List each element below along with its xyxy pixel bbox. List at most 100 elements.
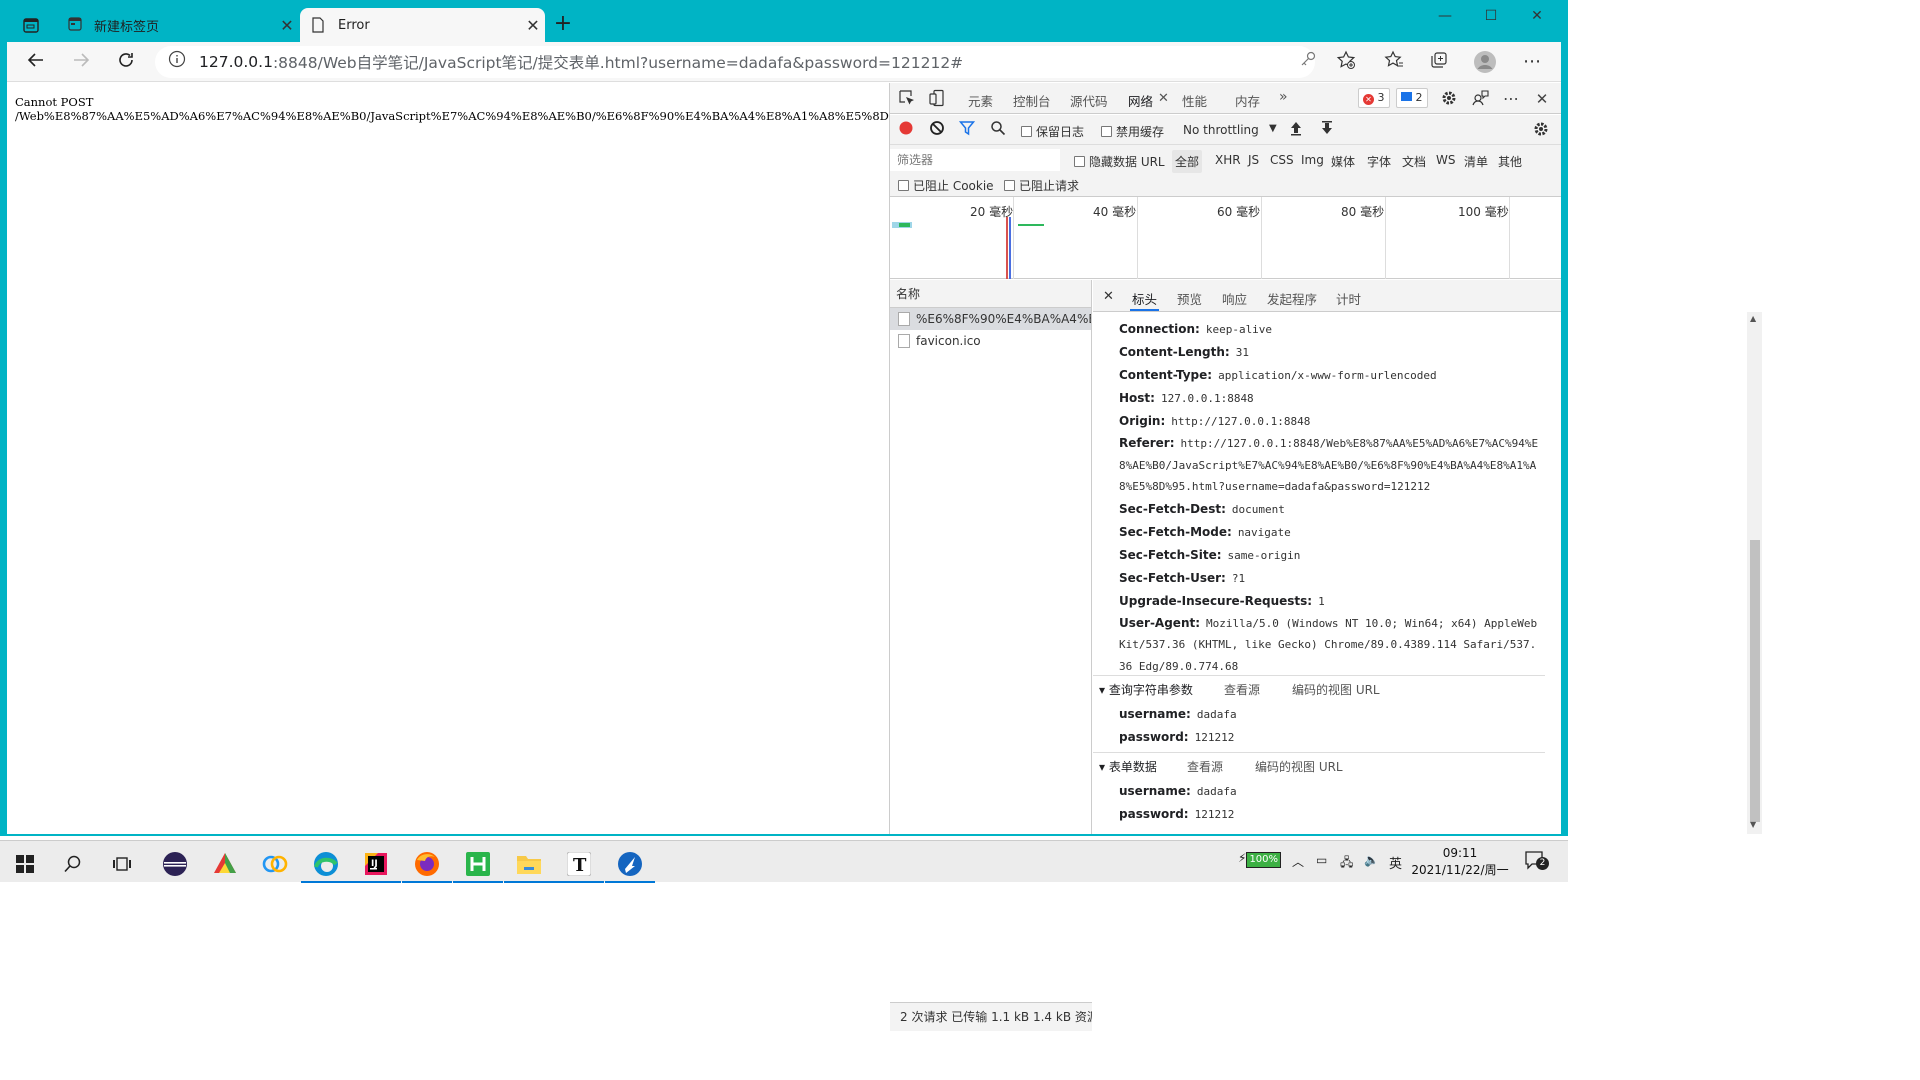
request-row[interactable]: %E6%8F%90%E4%BA%A4%E8... (890, 308, 1091, 330)
filter-icon[interactable] (957, 120, 977, 140)
more-tabs-icon[interactable]: » (1279, 89, 1288, 105)
blocked-requests-checkbox[interactable]: 已阻止请求 (1004, 177, 1079, 194)
devtools-tab-performance[interactable]: 性能 (1182, 91, 1207, 110)
preserve-log-checkbox[interactable]: 保留日志 (1021, 123, 1084, 140)
eclipse-app-icon[interactable] (150, 845, 200, 883)
typora-app-icon[interactable]: T (554, 845, 604, 883)
view-url-encoded-link[interactable]: 编码的视图 URL (1255, 753, 1343, 781)
inspect-element-icon[interactable] (897, 89, 917, 109)
add-favorite-icon[interactable] (1334, 50, 1358, 74)
form-data-section[interactable]: ▾ 表单数据 查看源 编码的视图 URL (1093, 752, 1545, 780)
view-source-link[interactable]: 查看源 (1187, 753, 1223, 781)
device-emulation-icon[interactable] (927, 89, 947, 109)
collections-icon[interactable] (1427, 50, 1451, 74)
devtools-tab-memory[interactable]: 内存 (1235, 91, 1260, 110)
password-key-icon[interactable] (1296, 50, 1320, 74)
firefox-app-icon[interactable] (402, 845, 452, 883)
maximize-button[interactable]: ☐ (1468, 4, 1514, 28)
network-icon[interactable]: 🖧 (1340, 853, 1353, 874)
baidu-netdisk-icon[interactable] (250, 845, 300, 883)
close-network-tab-icon[interactable]: ✕ (1158, 91, 1169, 106)
address-bar[interactable]: 127.0.0.1:8848/Web自学笔记/JavaScript笔记/提交表单… (155, 46, 1315, 78)
jetbrains-app-icon[interactable]: IJ (351, 845, 401, 883)
filter-type-xhr[interactable]: XHR (1215, 153, 1241, 167)
search-icon[interactable] (988, 120, 1008, 140)
record-icon[interactable] (896, 120, 916, 140)
detail-tab-headers[interactable]: 标头 (1129, 289, 1160, 311)
request-row[interactable]: favicon.ico (890, 330, 1091, 352)
devtools-more-icon[interactable]: ⋯ (1501, 89, 1521, 109)
detail-tab-initiator[interactable]: 发起程序 (1267, 289, 1317, 308)
settings-gear-icon[interactable] (1439, 89, 1459, 109)
clear-icon[interactable] (927, 120, 947, 140)
new-tab-button[interactable]: + (552, 12, 574, 36)
close-tab-icon[interactable]: ✕ (521, 16, 545, 35)
window-close-button[interactable]: ✕ (1514, 4, 1560, 28)
scroll-up-arrow-icon[interactable]: ▲ (1750, 314, 1756, 323)
profile-avatar[interactable] (1473, 50, 1497, 74)
volume-icon[interactable]: 🔈 (1364, 853, 1379, 867)
forward-button[interactable] (69, 50, 93, 74)
view-url-encoded-link[interactable]: 编码的视图 URL (1292, 676, 1380, 704)
blocked-cookies-checkbox[interactable]: 已阻止 Cookie (898, 177, 994, 194)
errors-badge[interactable]: ✕ 3 (1358, 88, 1390, 108)
filter-type-doc[interactable]: 文档 (1402, 153, 1426, 170)
refresh-button[interactable] (114, 50, 138, 74)
scrollbar-thumb[interactable] (1750, 540, 1760, 822)
back-button[interactable] (24, 50, 48, 74)
throttling-select[interactable]: No throttling ▼ (1183, 123, 1283, 137)
tab-new-tab[interactable]: 新建标签页 ✕ (56, 8, 299, 42)
start-button[interactable] (0, 845, 50, 883)
search-icon[interactable] (48, 845, 98, 883)
messages-badge[interactable]: 2 (1396, 88, 1428, 108)
drawing-app-icon[interactable] (200, 845, 250, 883)
detail-tab-response[interactable]: 响应 (1222, 289, 1247, 308)
tab-error[interactable]: Error ✕ (300, 8, 545, 42)
filter-type-font[interactable]: 字体 (1367, 153, 1391, 170)
edge-app-icon[interactable] (301, 845, 351, 883)
name-column-header[interactable]: 名称 (890, 280, 1091, 308)
minimize-button[interactable]: — (1422, 4, 1468, 28)
task-view-icon[interactable] (97, 845, 147, 883)
close-detail-icon[interactable]: ✕ (1103, 289, 1114, 304)
detail-tab-preview[interactable]: 预览 (1177, 289, 1202, 308)
tab-actions-icon[interactable] (20, 14, 42, 36)
network-overview-timeline[interactable]: 20 毫秒 40 毫秒 60 毫秒 80 毫秒 100 毫秒 (890, 197, 1562, 279)
view-source-link[interactable]: 查看源 (1224, 676, 1260, 704)
hide-data-urls-checkbox[interactable]: 隐藏数据 URL (1074, 153, 1165, 170)
detail-tab-timing[interactable]: 计时 (1336, 289, 1361, 308)
feedback-icon[interactable] (1470, 89, 1490, 109)
filter-type-css[interactable]: CSS (1270, 153, 1294, 167)
favorites-icon[interactable] (1382, 50, 1406, 74)
detail-scrollbar[interactable]: ▲ ▼ (1747, 312, 1762, 834)
hbuilder-app-icon[interactable] (453, 845, 503, 883)
filter-type-ws[interactable]: WS (1436, 153, 1455, 167)
close-devtools-icon[interactable]: ✕ (1532, 89, 1552, 109)
export-har-icon[interactable] (1317, 120, 1337, 140)
network-settings-icon[interactable] (1531, 120, 1551, 140)
devtools-tab-network[interactable]: 网络 (1128, 91, 1153, 110)
feishu-app-icon[interactable] (605, 845, 655, 883)
file-explorer-icon[interactable] (504, 845, 554, 883)
close-tab-icon[interactable]: ✕ (275, 16, 299, 35)
filter-type-other[interactable]: 其他 (1498, 153, 1522, 170)
filter-input[interactable]: 筛选器 (890, 149, 1060, 171)
filter-type-manifest[interactable]: 清单 (1464, 153, 1488, 170)
notification-center-icon[interactable]: 2 (1524, 850, 1549, 873)
filter-type-img[interactable]: Img (1301, 153, 1324, 167)
devtools-tab-elements[interactable]: 元素 (968, 91, 993, 110)
more-menu-icon[interactable]: ⋯ (1520, 50, 1544, 74)
disable-cache-checkbox[interactable]: 禁用缓存 (1101, 123, 1164, 140)
ime-indicator[interactable]: 英 (1389, 853, 1402, 872)
battery-status-icon[interactable]: ▭ (1316, 853, 1327, 867)
import-har-icon[interactable] (1286, 120, 1306, 140)
scroll-down-arrow-icon[interactable]: ▼ (1750, 820, 1756, 829)
devtools-tab-sources[interactable]: 源代码 (1070, 91, 1108, 110)
filter-type-media[interactable]: 媒体 (1331, 153, 1355, 170)
site-info-icon[interactable] (165, 50, 189, 74)
devtools-tab-console[interactable]: 控制台 (1013, 91, 1051, 110)
query-string-section[interactable]: ▾ 查询字符串参数 查看源 编码的视图 URL (1093, 675, 1545, 703)
filter-type-all[interactable]: 全部 (1172, 150, 1203, 173)
show-hidden-icons-chevron-icon[interactable]: ︿ (1292, 853, 1304, 870)
system-clock[interactable]: 09:11 2021/11/22/周一 (1408, 845, 1512, 879)
